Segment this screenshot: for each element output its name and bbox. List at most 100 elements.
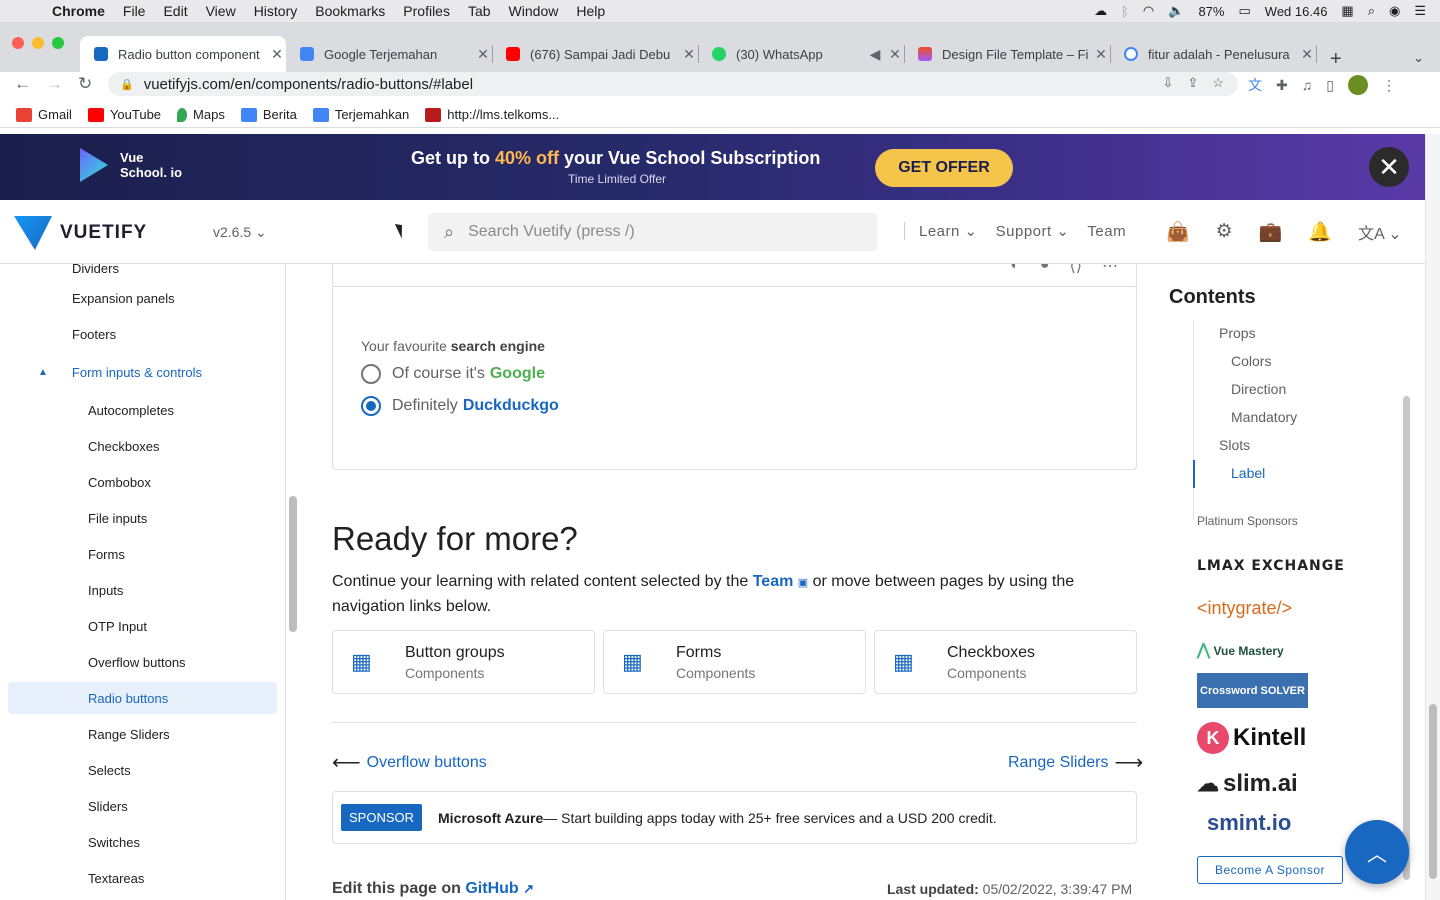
- menu-bookmarks[interactable]: Bookmarks: [315, 3, 385, 19]
- extensions-puzzle-icon[interactable]: ✚: [1276, 77, 1288, 94]
- radio-option-google[interactable]: Of course it's Google: [361, 364, 545, 384]
- vuetify-logo[interactable]: VUETIFY: [14, 216, 147, 250]
- sidebar-item-dividers[interactable]: Dividers: [0, 264, 285, 284]
- sponsor-logo-kintell[interactable]: K Kintell: [1197, 722, 1306, 754]
- wifi-icon[interactable]: ◠: [1143, 3, 1154, 19]
- tab-figma[interactable]: Design File Template – Fi ✕: [904, 36, 1111, 72]
- view-source-icon[interactable]: ⋯: [1102, 264, 1118, 276]
- sponsor-logo-crossword-solver[interactable]: Crossword SOLVER: [1197, 673, 1308, 708]
- close-tab-icon[interactable]: ✕: [1298, 46, 1316, 63]
- menu-profiles[interactable]: Profiles: [403, 3, 450, 19]
- media-icon[interactable]: ♫: [1302, 77, 1313, 93]
- sidebar-item-file-inputs[interactable]: File inputs: [0, 502, 285, 534]
- sponsor-bar[interactable]: SPONSOR Microsoft Azure — Start building…: [332, 791, 1137, 844]
- address-bar[interactable]: 🔒 vuetifyjs.com/en/components/radio-butt…: [108, 72, 1238, 96]
- toc-item-direction[interactable]: Direction: [1231, 381, 1286, 397]
- close-tab-icon[interactable]: ✕: [268, 46, 286, 63]
- tab-radio-buttons[interactable]: Radio button component ✕: [80, 36, 286, 72]
- related-card-checkboxes[interactable]: ▦ Checkboxes Components: [874, 630, 1137, 694]
- toc-item-colors[interactable]: Colors: [1231, 353, 1271, 369]
- become-sponsor-button[interactable]: Become A Sponsor: [1197, 856, 1343, 884]
- sidebar-item-inputs[interactable]: Inputs: [0, 574, 285, 606]
- sidebar-scrollbar[interactable]: [289, 496, 297, 632]
- related-card-forms[interactable]: ▦ Forms Components: [603, 630, 866, 694]
- codepen-icon[interactable]: ⟨⟩: [1070, 264, 1082, 276]
- toc-item-props[interactable]: Props: [1219, 325, 1256, 341]
- prev-page-link[interactable]: ⟵ Overflow buttons: [332, 750, 487, 775]
- back-icon[interactable]: ←: [14, 74, 31, 94]
- volume-icon[interactable]: 🔈: [1168, 3, 1184, 19]
- menu-edit[interactable]: Edit: [163, 3, 187, 19]
- control-center-icon[interactable]: ☰: [1414, 3, 1426, 19]
- close-tab-icon[interactable]: ✕: [680, 46, 698, 63]
- share-icon[interactable]: ⇪: [1187, 75, 1198, 91]
- menu-history[interactable]: History: [254, 3, 298, 19]
- bookmark-terjemahkan[interactable]: Terjemahkan: [312, 107, 409, 122]
- toc-scrollbar[interactable]: [1403, 396, 1410, 880]
- radio-checked-icon[interactable]: [361, 396, 381, 416]
- tab-google-search[interactable]: fitur adalah - Penelusura ✕: [1110, 36, 1317, 72]
- bookmark-maps[interactable]: Maps: [177, 107, 225, 122]
- sidebar-item-expansion-panels[interactable]: Expansion panels: [0, 282, 285, 314]
- scroll-to-top-button[interactable]: ︿: [1345, 820, 1409, 884]
- bookmark-gmail[interactable]: Gmail: [16, 107, 72, 122]
- related-card-button-groups[interactable]: ▦ Button groups Components: [332, 630, 595, 694]
- toc-item-mandatory[interactable]: Mandatory: [1231, 409, 1297, 425]
- menu-tab[interactable]: Tab: [468, 3, 491, 19]
- bookmark-lms[interactable]: http://lms.telkoms...: [425, 107, 559, 122]
- settings-gear-icon[interactable]: ⚙: [1216, 220, 1233, 244]
- invert-theme-icon[interactable]: ◐: [1010, 264, 1020, 276]
- notifications-bell-icon[interactable]: 🔔: [1308, 220, 1332, 244]
- radio-unchecked-icon[interactable]: [361, 364, 381, 384]
- menu-window[interactable]: Window: [509, 3, 559, 19]
- calendar-icon[interactable]: ▦: [1341, 3, 1353, 19]
- sidebar-item-otp-input[interactable]: OTP Input: [0, 610, 285, 642]
- page-scrollbar[interactable]: [1425, 134, 1440, 900]
- sidebar-group-form-inputs[interactable]: ▲ Form inputs & controls: [0, 356, 285, 388]
- side-panel-icon[interactable]: ▯: [1326, 77, 1334, 94]
- sidebar-item-range-sliders[interactable]: Range Sliders: [0, 718, 285, 750]
- sidebar-item-textareas[interactable]: Textareas: [0, 862, 285, 894]
- team-link[interactable]: Team: [753, 573, 794, 590]
- jobs-briefcase-icon[interactable]: 💼: [1259, 220, 1283, 244]
- bluetooth-icon[interactable]: ᛒ: [1121, 4, 1129, 19]
- sidebar-item-combobox[interactable]: Combobox: [0, 466, 285, 498]
- version-selector[interactable]: v2.6.5 ⌄: [213, 224, 267, 241]
- close-tab-icon[interactable]: ✕: [1092, 46, 1110, 63]
- next-page-link[interactable]: Range Sliders ⟶: [1008, 750, 1143, 775]
- sidebar-item-selects[interactable]: Selects: [0, 754, 285, 786]
- sponsor-logo-lmax[interactable]: LMAX EXCHANGE: [1197, 544, 1345, 577]
- install-icon[interactable]: ⇩: [1163, 75, 1174, 91]
- tab-youtube[interactable]: (676) Sampai Jadi Debu ✕: [492, 36, 699, 72]
- zoom-window-button[interactable]: [52, 37, 64, 49]
- close-window-button[interactable]: [12, 37, 24, 49]
- clock[interactable]: Wed 16.46: [1265, 4, 1328, 19]
- minimize-window-button[interactable]: [32, 37, 44, 49]
- translate-extension-icon[interactable]: 文: [1248, 75, 1262, 95]
- sponsor-logo-smint-io[interactable]: smint.io: [1207, 810, 1291, 836]
- tab-whatsapp[interactable]: (30) WhatsApp ◀ ✕: [698, 36, 905, 72]
- menu-file[interactable]: File: [123, 3, 146, 19]
- nav-team[interactable]: Team: [1087, 223, 1126, 240]
- page-scrollbar-thumb[interactable]: [1429, 704, 1437, 879]
- close-tab-icon[interactable]: ✕: [886, 46, 904, 63]
- spotlight-icon[interactable]: ⌕: [1368, 3, 1375, 19]
- sidebar-item-forms[interactable]: Forms: [0, 538, 285, 570]
- bookmark-berita[interactable]: Berita: [240, 107, 297, 122]
- sidebar-item-switches[interactable]: Switches: [0, 826, 285, 858]
- menu-app-name[interactable]: Chrome: [52, 3, 105, 19]
- radio-option-duckduckgo[interactable]: Definitely Duckduckgo: [361, 396, 559, 416]
- tab-google-translate[interactable]: Google Terjemahan ✕: [286, 36, 493, 72]
- creative-cloud-icon[interactable]: ☁: [1094, 3, 1107, 19]
- chrome-menu-icon[interactable]: ⋮: [1382, 77, 1396, 94]
- sidebar-item-overflow-buttons[interactable]: Overflow buttons: [0, 646, 285, 678]
- toc-item-slots[interactable]: Slots: [1219, 437, 1250, 453]
- reload-icon[interactable]: ↻: [78, 74, 92, 94]
- search-input[interactable]: ⌕ Search Vuetify (press /): [428, 213, 877, 251]
- bookmark-star-icon[interactable]: ☆: [1212, 75, 1224, 91]
- language-translate-icon[interactable]: 文A ⌄: [1358, 220, 1402, 244]
- profile-avatar[interactable]: [1347, 75, 1368, 95]
- sponsor-logo-slim-ai[interactable]: ☁ slim.ai: [1197, 770, 1298, 798]
- sidebar-item-checkboxes[interactable]: Checkboxes: [0, 430, 285, 462]
- sidebar-item-radio-buttons[interactable]: Radio buttons: [8, 682, 277, 714]
